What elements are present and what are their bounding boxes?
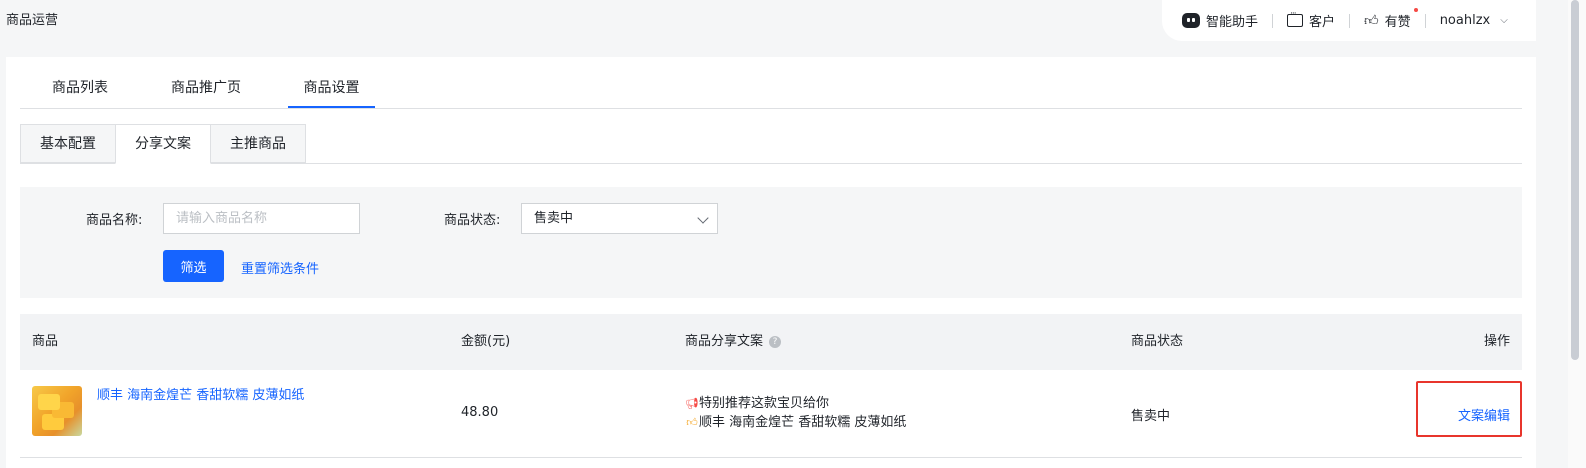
divider <box>1349 13 1351 28</box>
thumbs-up-emoji-icon: 👍︎ <box>686 416 698 429</box>
header-amount: 金额(元) <box>461 334 511 349</box>
subtab-basic-config[interactable]: 基本配置 <box>20 124 116 163</box>
assistant-button[interactable]: 智能助手 <box>1182 11 1258 30</box>
tab-product-settings[interactable]: 商品设置 <box>288 69 375 108</box>
username: noahlzx <box>1439 13 1491 28</box>
header-status: 商品状态 <box>1131 334 1184 349</box>
edit-copy-link[interactable]: 文案编辑 <box>1458 405 1510 424</box>
product-status-select[interactable]: 售卖中 <box>521 203 718 234</box>
header-product: 商品 <box>32 334 59 349</box>
robot-icon <box>1182 13 1200 28</box>
megaphone-icon: 📢︎ <box>685 397 699 410</box>
filter-panel: 商品名称: 商品状态: 售卖中 筛选 重置筛选条件 <box>20 187 1522 298</box>
content-card: 商品列表 商品推广页 商品设置 基本配置 分享文案 主推商品 商品名称: 商品状… <box>6 57 1536 468</box>
chevron-down-icon <box>697 212 709 224</box>
copy-line-2: 顺丰 海南金煌芒 香甜软糯 皮薄如纸 <box>699 415 907 430</box>
header-share-copy: 商品分享文案? <box>685 314 782 370</box>
table-row: 顺丰 海南金煌芒 香甜软糯 皮薄如纸 48.80 📢︎特别推荐这款宝贝给你 👍︎… <box>20 370 1522 458</box>
chevron-down-icon: ⌵ <box>1500 15 1508 26</box>
product-name-input[interactable] <box>163 203 360 234</box>
subtab-share-copy[interactable]: 分享文案 <box>115 124 211 164</box>
copy-line-1: 特别推荐这款宝贝给你 <box>699 396 830 411</box>
product-name-link[interactable]: 顺丰 海南金煌芒 香甜软糯 皮薄如纸 <box>97 384 304 403</box>
tab-product-list[interactable]: 商品列表 <box>34 69 126 108</box>
subtab-featured-products[interactable]: 主推商品 <box>210 124 306 163</box>
top-toolbar: 智能助手 客户 👍︎ 有赞 noahlzx ⌵ <box>1162 0 1536 41</box>
product-status: 售卖中 <box>1131 409 1171 424</box>
product-thumbnail <box>32 386 82 436</box>
user-menu[interactable]: noahlzx ⌵ <box>1440 13 1508 28</box>
tab-promotion-page[interactable]: 商品推广页 <box>153 69 259 108</box>
assistant-label: 智能助手 <box>1206 15 1259 30</box>
thumbs-up-icon: 👍︎ <box>1364 13 1379 29</box>
table-header: 商品 金额(元) 商品分享文案? 商品状态 操作 <box>20 314 1522 370</box>
share-copy-text: 📢︎特别推荐这款宝贝给你 👍︎顺丰 海南金煌芒 香甜软糯 皮薄如纸 <box>685 394 906 432</box>
product-table: 商品 金额(元) 商品分享文案? 商品状态 操作 顺丰 海南金煌芒 香甜软糯 皮… <box>20 314 1522 458</box>
divider <box>1272 13 1274 28</box>
divider <box>1424 13 1426 28</box>
scrollbar-thumb[interactable] <box>1571 0 1579 360</box>
reset-filter-link[interactable]: 重置筛选条件 <box>241 258 319 277</box>
filter-button[interactable]: 筛选 <box>163 250 224 282</box>
customer-service-button[interactable]: 客户 <box>1287 9 1336 30</box>
action-highlight-box: 文案编辑 <box>1416 381 1522 437</box>
scrollbar[interactable] <box>1568 0 1586 468</box>
product-status-label: 商品状态: <box>444 213 501 228</box>
product-name-label: 商品名称: <box>86 213 143 228</box>
notification-dot <box>1413 8 1418 12</box>
help-icon[interactable]: ? <box>769 335 782 348</box>
sub-tabs: 基本配置 分享文案 主推商品 <box>20 124 1522 164</box>
page-title: 商品运营 <box>6 13 59 28</box>
main-tabs: 商品列表 商品推广页 商品设置 <box>20 69 1522 109</box>
youzan-label: 有赞 <box>1384 15 1411 30</box>
header-action: 操作 <box>1483 334 1510 349</box>
customer-service-icon <box>1287 9 1304 27</box>
product-amount: 48.80 <box>461 405 499 420</box>
product-status-value: 售卖中 <box>534 211 574 226</box>
customer-service-label: 客户 <box>1309 15 1336 30</box>
youzan-button[interactable]: 👍︎ 有赞 <box>1364 8 1418 30</box>
